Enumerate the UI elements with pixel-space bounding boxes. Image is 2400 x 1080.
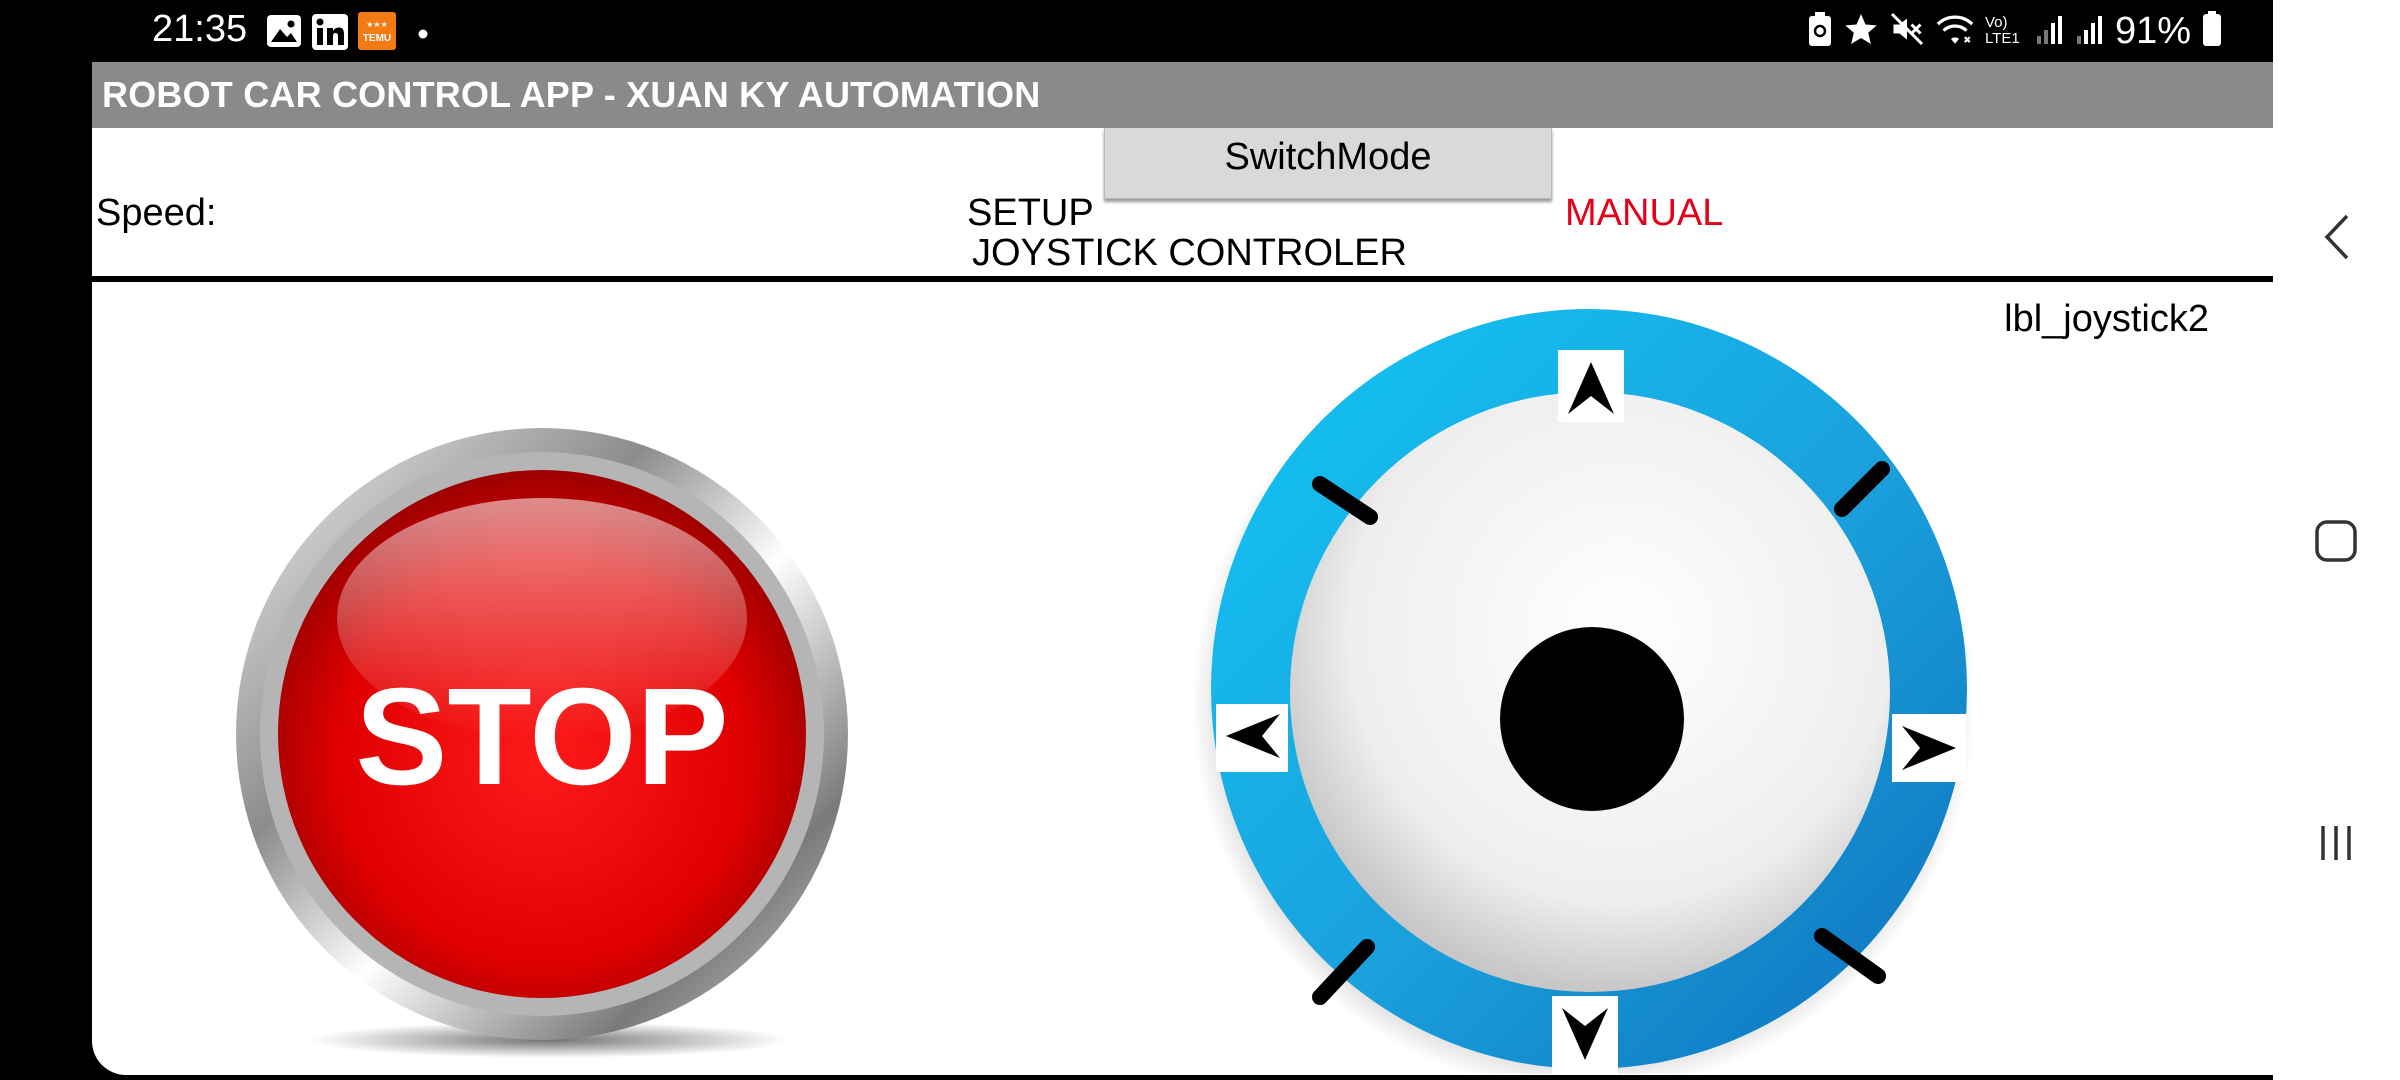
joystick-knob[interactable]	[1500, 627, 1684, 811]
battery-saver-icon	[1807, 11, 1833, 52]
joystick-title: JOYSTICK CONTROLER	[972, 232, 1407, 274]
speed-label: Speed:	[96, 192, 217, 234]
temu-icon: ★★★ TEMU	[358, 12, 396, 55]
mode-status: MANUAL	[1565, 192, 1724, 234]
signal-icon	[2035, 12, 2065, 51]
wifi-icon	[1935, 11, 1975, 52]
battery-percent: 91%	[2114, 9, 2191, 52]
joystick-pad[interactable]	[1192, 284, 1976, 1075]
joystick-down-arrow-icon[interactable]	[1552, 996, 1618, 1074]
joystick-label: lbl_joystick2	[2004, 298, 2209, 340]
signal-icon	[2075, 12, 2105, 51]
network-label: Vo) LTE1	[1984, 14, 2020, 47]
mute-icon	[1889, 11, 1925, 52]
battery-icon	[2201, 10, 2223, 53]
home-icon[interactable]	[2303, 508, 2369, 574]
recents-icon[interactable]	[2303, 810, 2369, 876]
gallery-icon	[266, 14, 302, 53]
status-time: 21:35	[152, 8, 248, 50]
joystick-up-arrow-icon[interactable]	[1558, 350, 1624, 422]
star-icon	[1843, 11, 1879, 52]
joystick-left-arrow-icon[interactable]	[1216, 704, 1288, 772]
navigation-bar	[2273, 0, 2400, 1080]
linkedin-icon	[312, 14, 348, 55]
switch-mode-button[interactable]: SwitchMode	[1104, 128, 1552, 199]
dot-icon	[418, 26, 428, 44]
title-bar: ROBOT CAR CONTROL APP - XUAN KY AUTOMATI…	[92, 62, 2273, 128]
joystick-right-arrow-icon[interactable]	[1892, 714, 1966, 782]
status-bar: 21:35 ★★★ TEMU Vo) LTE1 91%	[0, 0, 2273, 62]
stop-label: STOP	[355, 660, 728, 814]
temu-text: TEMU	[363, 33, 391, 44]
setup-label: SETUP	[967, 192, 1094, 234]
divider	[92, 276, 2273, 282]
app-window: ROBOT CAR CONTROL APP - XUAN KY AUTOMATI…	[92, 62, 2273, 1075]
status-right: Vo) LTE1 91%	[1807, 8, 2223, 54]
stop-button[interactable]: STOP	[232, 368, 852, 1068]
back-icon[interactable]	[2303, 204, 2369, 270]
app-title: ROBOT CAR CONTROL APP - XUAN KY AUTOMATI…	[102, 74, 1041, 115]
svg-text:★★★: ★★★	[366, 20, 388, 29]
